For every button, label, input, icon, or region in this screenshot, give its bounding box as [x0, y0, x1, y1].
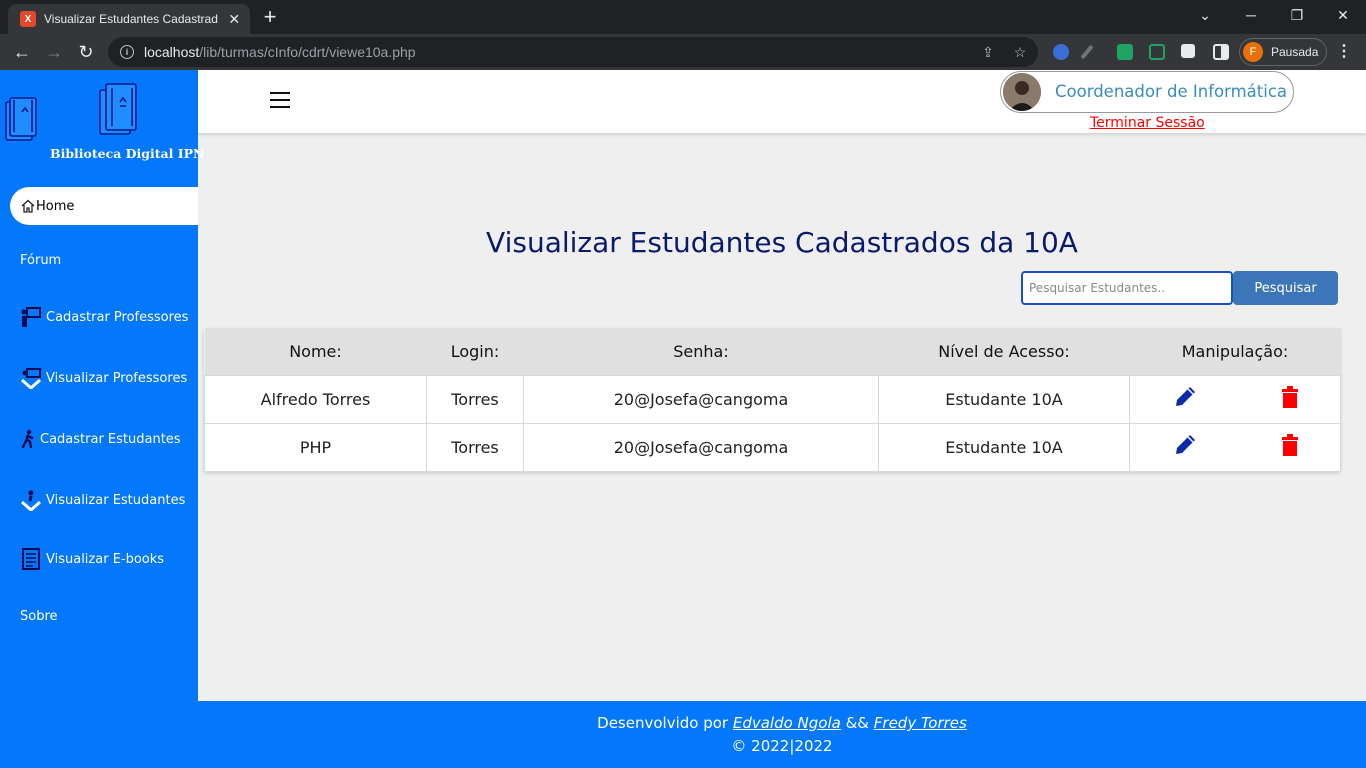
footer-separator: && [840, 714, 874, 732]
close-tab-icon[interactable]: ✕ [226, 11, 242, 28]
extensions-puzzle-icon[interactable] [1181, 44, 1195, 58]
sidebar-item-visualizar-professores[interactable]: Visualizar Professores [10, 359, 198, 397]
cell-login: Torres [426, 422, 524, 472]
sidebar-item-label: Cadastrar Estudantes [40, 431, 181, 447]
ebook-icon [20, 548, 42, 570]
cell-actions [1129, 422, 1341, 472]
cell-senha: 20@Josefa@cangoma [523, 374, 879, 424]
column-header: Manipulação: [1129, 328, 1341, 375]
url-text[interactable]: localhost/lib/turmas/cInfo/cdrt/viewe10a… [144, 44, 416, 60]
profile-button[interactable]: F Pausada [1239, 38, 1327, 66]
sidebar-item-label: Cadastrar Professores [46, 309, 189, 325]
sidebar-item-visualizar-ebooks[interactable]: Visualizar E-books [10, 540, 198, 578]
teacher-board-icon [20, 306, 42, 328]
author-link[interactable]: Edvaldo Ngola [733, 714, 841, 732]
walking-person-icon [20, 428, 36, 450]
new-tab-icon[interactable]: + [258, 6, 282, 30]
logo-text: Biblioteca Digital IPN [50, 146, 205, 161]
sidebar-item-label: Fórum [20, 252, 62, 268]
browser-menu-icon[interactable]: ⋮ [1336, 42, 1352, 62]
site-info-icon[interactable]: i [120, 45, 134, 59]
forward-icon[interactable]: → [40, 38, 68, 66]
cell-nivel: Estudante 10A [878, 422, 1130, 472]
share-icon[interactable]: ⇪ [980, 44, 996, 60]
user-name: Coordenador de Informática [1055, 82, 1288, 101]
table-row: PHP Torres 20@Josefa@cangoma Estudante 1… [204, 422, 1341, 472]
side-panel-icon[interactable] [1213, 44, 1229, 60]
tab-search-icon[interactable]: ⌄ [1182, 0, 1228, 30]
search-button[interactable]: Pesquisar [1233, 271, 1338, 305]
page-title: Visualizar Estudantes Cadastrados da 10A [486, 226, 1078, 259]
sidebar: Biblioteca Digital IPN Home Fórum Cadast… [0, 70, 204, 768]
table-row: Alfredo Torres Torres 20@Josefa@cangoma … [204, 374, 1341, 424]
column-header: Nível de Acesso: [878, 328, 1130, 375]
sidebar-item-label: Visualizar Professores [46, 370, 188, 386]
table-header-row: Nome: Login: Senha: Nível de Acesso: Man… [204, 328, 1341, 375]
screenshot-extension-icon[interactable] [1149, 44, 1165, 60]
sidebar-item-visualizar-estudantes[interactable]: Visualizar Estudantes [10, 481, 198, 519]
footer-credits: Desenvolvido por Edvaldo Ngola && Fredy … [198, 714, 1366, 732]
sidebar-item-label: Visualizar E-books [46, 551, 165, 567]
person-view-icon [20, 489, 42, 511]
sheets-extension-icon[interactable] [1117, 44, 1133, 60]
profile-avatar: F [1243, 42, 1263, 62]
column-header: Login: [426, 328, 524, 375]
edit-pencil-icon[interactable] [1172, 384, 1198, 414]
hamburger-menu-icon[interactable] [270, 92, 290, 108]
maximize-icon[interactable]: ❐ [1274, 0, 1320, 30]
sidebar-item-label: Sobre [20, 608, 58, 624]
column-header: Nome: [204, 328, 427, 375]
cell-login: Torres [426, 374, 524, 424]
user-profile-pill[interactable]: Coordenador de Informática [1000, 71, 1294, 113]
home-icon [20, 195, 36, 217]
download-extension-icon[interactable] [1053, 44, 1069, 60]
minimize-icon[interactable]: ─ [1228, 0, 1274, 30]
profile-label: Pausada [1271, 45, 1319, 59]
sidebar-item-cadastrar-estudantes[interactable]: Cadastrar Estudantes [10, 420, 198, 458]
teacher-view-icon [20, 367, 42, 389]
reload-icon[interactable]: ↻ [72, 38, 100, 66]
delete-trash-icon[interactable] [1281, 386, 1299, 412]
search-input[interactable] [1021, 271, 1233, 305]
footer-prefix: Desenvolvido por [597, 714, 733, 732]
browser-toolbar: ← → ↻ i localhost/lib/turmas/cInfo/cdrt/… [0, 34, 1366, 70]
pen-extension-icon[interactable] [1080, 44, 1094, 60]
sidebar-item-home[interactable]: Home [10, 187, 198, 225]
cell-nivel: Estudante 10A [878, 374, 1130, 424]
top-header: Coordenador de Informática Terminar Sess… [198, 70, 1366, 133]
user-avatar [1003, 73, 1041, 111]
tab-title: Visualizar Estudantes Cadastrados [44, 12, 219, 26]
delete-trash-icon[interactable] [1281, 434, 1299, 460]
sidebar-item-label: Home [36, 198, 75, 214]
browser-tab[interactable]: X Visualizar Estudantes Cadastrados ✕ [8, 4, 250, 34]
cell-nome: PHP [204, 422, 427, 472]
cell-actions [1129, 374, 1341, 424]
sidebar-item-forum[interactable]: Fórum [10, 241, 198, 279]
back-icon[interactable]: ← [8, 38, 36, 66]
browser-tabstrip: X Visualizar Estudantes Cadastrados ✕ + … [0, 0, 1366, 34]
bookmark-star-icon[interactable]: ☆ [1012, 44, 1028, 60]
footer: Desenvolvido por Edvaldo Ngola && Fredy … [198, 701, 1366, 768]
site-logo[interactable]: Biblioteca Digital IPN [0, 78, 204, 168]
sidebar-item-label: Visualizar Estudantes [46, 492, 186, 508]
author-link[interactable]: Fredy Torres [874, 714, 967, 732]
footer-copyright: © 2022|2022 [731, 737, 833, 755]
web-page: Biblioteca Digital IPN Home Fórum Cadast… [0, 70, 1366, 768]
cell-senha: 20@Josefa@cangoma [523, 422, 879, 472]
favicon-icon: X [20, 11, 36, 27]
logout-link[interactable]: Terminar Sessão [1090, 115, 1205, 131]
address-bar[interactable]: i localhost/lib/turmas/cInfo/cdrt/viewe1… [108, 37, 1038, 67]
cell-nome: Alfredo Torres [204, 374, 427, 424]
students-table: Nome: Login: Senha: Nível de Acesso: Man… [204, 328, 1341, 472]
edit-pencil-icon[interactable] [1172, 432, 1198, 462]
sidebar-item-sobre[interactable]: Sobre [10, 597, 198, 635]
close-window-icon[interactable]: ✕ [1320, 0, 1366, 30]
sidebar-item-cadastrar-professores[interactable]: Cadastrar Professores [10, 298, 198, 336]
column-header: Senha: [523, 328, 879, 375]
